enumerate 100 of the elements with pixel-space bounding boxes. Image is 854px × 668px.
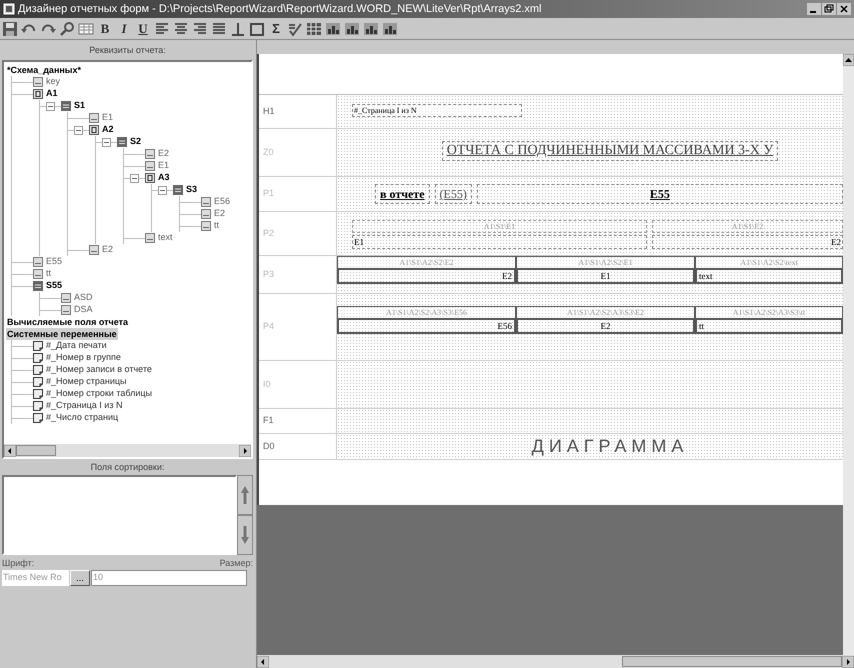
collapse-toggle[interactable] xyxy=(46,102,55,110)
field-icon xyxy=(33,257,43,267)
align-right-icon[interactable] xyxy=(192,20,208,36)
tree-item[interactable]: #_Число страниц xyxy=(46,411,118,425)
column-header: A1\S1\A2\S2\A3\S3\E56 xyxy=(337,306,516,318)
tree-item[interactable]: A1 xyxy=(46,87,58,101)
field-icon xyxy=(145,233,155,243)
collapse-toggle[interactable] xyxy=(74,126,83,134)
tree-item[interactable]: DSA xyxy=(74,303,93,317)
sort-list[interactable] xyxy=(2,475,237,555)
field-icon xyxy=(201,209,211,219)
tree-item[interactable]: E2 xyxy=(102,243,114,257)
chart-icon[interactable] xyxy=(382,20,398,36)
tree-section[interactable]: Вычисляемые поля отчета xyxy=(6,316,130,328)
band-label: F1 xyxy=(259,409,337,433)
tree-item[interactable]: E1 xyxy=(102,111,114,125)
tree-item[interactable]: E1 xyxy=(158,159,170,173)
tree-item[interactable]: #_Номер записи в отчете xyxy=(46,363,152,377)
tree-item[interactable]: E2 xyxy=(214,207,226,221)
tree-section[interactable]: Системные переменные xyxy=(6,328,118,340)
tree-item[interactable]: S55 xyxy=(46,279,62,293)
tree-item[interactable]: E55 xyxy=(46,255,62,269)
tree-item[interactable]: #_Номер строки таблицы xyxy=(46,387,152,401)
collapse-toggle[interactable] xyxy=(130,174,139,182)
tree-item[interactable]: #_Номер в группе xyxy=(46,351,121,365)
grid-icon[interactable] xyxy=(306,20,322,36)
scroll-up-icon[interactable] xyxy=(843,54,854,66)
save-icon[interactable] xyxy=(2,20,18,36)
restore-icon[interactable] xyxy=(822,3,836,15)
format-button[interactable]: I xyxy=(116,20,132,36)
field-icon xyxy=(89,245,99,255)
close-icon[interactable] xyxy=(837,3,851,15)
column-header: A1\S1\A2\S2\E1 xyxy=(516,256,695,268)
scroll-right-icon[interactable] xyxy=(239,444,251,456)
variable-icon xyxy=(33,341,43,351)
format-button[interactable]: U xyxy=(135,20,151,36)
column-header: A1\S1\E2 xyxy=(652,220,843,233)
tree-item[interactable]: S2 xyxy=(130,135,142,149)
band-label: Z0 xyxy=(259,129,337,176)
align-center-icon[interactable] xyxy=(173,20,189,36)
justify-icon[interactable] xyxy=(211,20,227,36)
column-header: A1\S1\A2\S2\text xyxy=(695,256,843,268)
tree-item[interactable]: key xyxy=(46,75,60,89)
tree-item[interactable]: #_Номер страницы xyxy=(46,375,126,389)
move-down-button[interactable] xyxy=(237,515,253,555)
panel-title: Реквизиты отчета: xyxy=(88,44,167,57)
table-cell: tt xyxy=(695,318,843,334)
font-label: Шрифт: xyxy=(2,557,34,570)
variable-icon xyxy=(33,365,43,375)
horizontal-scrollbar[interactable] xyxy=(4,444,251,457)
tree-item[interactable]: text xyxy=(158,231,173,245)
chart-icon[interactable] xyxy=(363,20,379,36)
tree-item[interactable]: S3 xyxy=(186,183,198,197)
variable-icon xyxy=(33,389,43,399)
tree-item[interactable]: A2 xyxy=(102,123,114,137)
field-icon xyxy=(201,197,211,207)
format-button[interactable]: Σ xyxy=(268,20,284,36)
format-button[interactable]: B xyxy=(97,20,113,36)
table-cell: E2 xyxy=(516,318,695,334)
struct-icon xyxy=(33,281,43,291)
tree-item[interactable]: S1 xyxy=(74,99,86,113)
move-up-button[interactable] xyxy=(237,475,253,515)
field-box: в отчете xyxy=(375,184,430,204)
struct-icon xyxy=(173,185,183,195)
tree-item[interactable]: ASD xyxy=(74,291,93,305)
horizontal-scrollbar[interactable] xyxy=(257,655,854,668)
collapse-toggle[interactable] xyxy=(102,138,111,146)
tree-item[interactable]: #_Страница I из N xyxy=(46,399,122,413)
tree-item[interactable]: tt xyxy=(214,219,220,233)
table-cell: text xyxy=(695,268,843,284)
struct-icon xyxy=(117,137,127,147)
field-icon xyxy=(33,77,43,87)
scroll-left-icon[interactable] xyxy=(4,444,16,456)
tree-item[interactable]: E56 xyxy=(214,195,230,209)
magnifier-icon[interactable] xyxy=(59,20,75,36)
table-cell: E1 xyxy=(516,268,695,284)
field-icon xyxy=(145,149,155,159)
tree-item[interactable]: #_Дата печати xyxy=(46,339,107,353)
array-icon xyxy=(89,125,99,135)
field-box: (E55) xyxy=(434,184,472,204)
spell-check-icon[interactable] xyxy=(287,20,303,36)
column-header: A1\S1\E1 xyxy=(352,220,647,233)
bottom-border-icon[interactable] xyxy=(230,20,246,36)
chart-icon[interactable] xyxy=(325,20,341,36)
field-box: E55 xyxy=(476,184,843,204)
scroll-right-icon[interactable] xyxy=(842,656,854,668)
field-icon xyxy=(33,269,43,279)
tree-item[interactable]: tt xyxy=(46,267,52,281)
minimize-icon[interactable] xyxy=(807,3,821,15)
tree-item[interactable]: E2 xyxy=(158,147,170,161)
scroll-left-icon[interactable] xyxy=(257,656,269,668)
vertical-scrollbar[interactable] xyxy=(843,54,854,655)
collapse-toggle[interactable] xyxy=(158,186,167,194)
align-left-icon[interactable] xyxy=(154,20,170,36)
chart-icon[interactable] xyxy=(344,20,360,36)
table-icon[interactable] xyxy=(78,20,94,36)
band-label: P1 xyxy=(259,177,337,211)
tree-item[interactable]: A3 xyxy=(158,171,170,185)
frame-icon[interactable] xyxy=(249,20,265,36)
tree-section[interactable]: *Схема_данных* xyxy=(6,64,82,76)
